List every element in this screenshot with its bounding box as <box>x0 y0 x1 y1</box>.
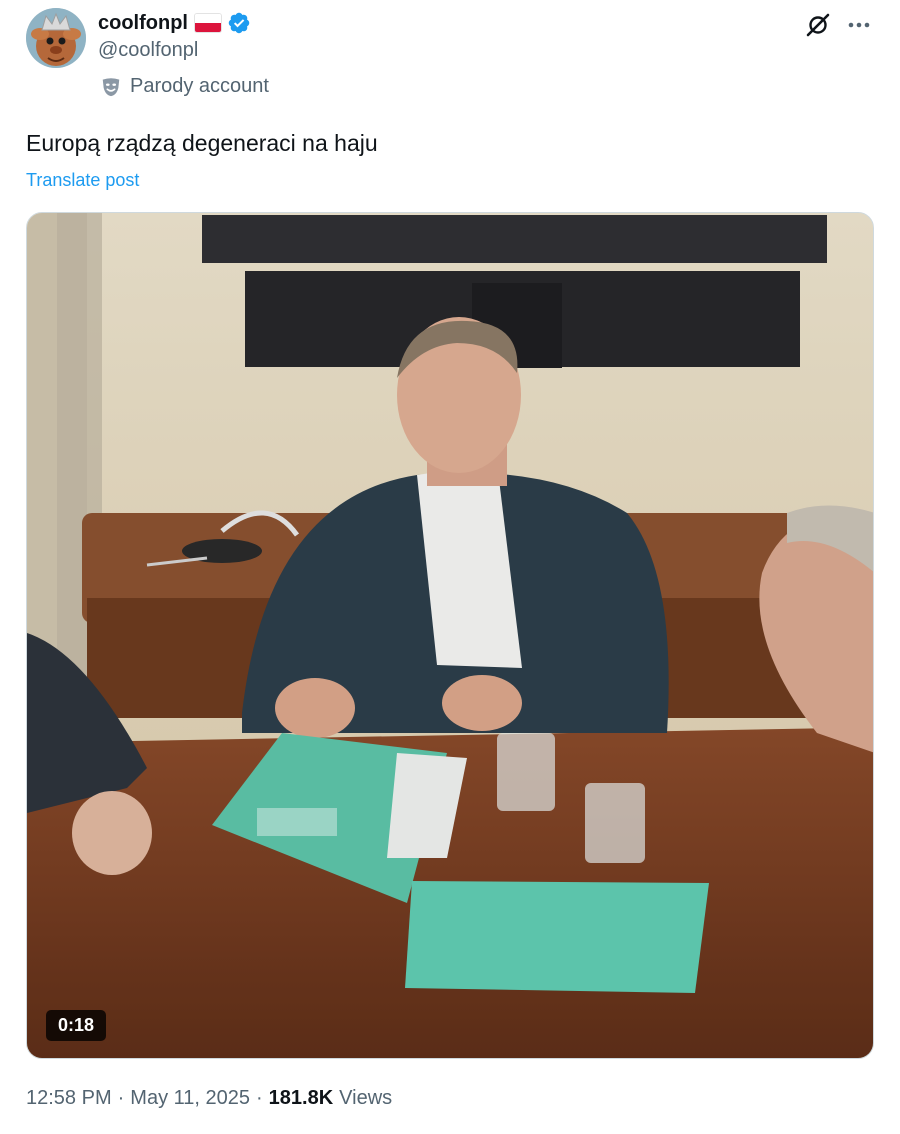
video-thumbnail <box>27 213 873 1058</box>
video-player[interactable]: 0:18 <box>26 212 874 1059</box>
name-row: coolfonpl <box>98 11 251 35</box>
meta-separator: · <box>256 1087 263 1109</box>
more-icon[interactable] <box>846 13 872 37</box>
flag-poland-icon <box>193 13 222 33</box>
translate-post-link[interactable]: Translate post <box>26 170 139 191</box>
avatar-image <box>26 8 86 68</box>
parody-label-text: Parody account <box>130 75 269 97</box>
video-duration: 0:18 <box>46 1010 107 1041</box>
avatar[interactable] <box>26 8 86 68</box>
handle[interactable]: @coolfonpl <box>98 39 198 62</box>
display-name[interactable]: coolfonpl <box>98 12 188 35</box>
views-label: Views <box>339 1087 393 1109</box>
views-count: 181.8K <box>268 1087 334 1109</box>
parody-label: Parody account <box>100 75 269 98</box>
post-meta: 12:58 PM · May 11, 2025 · 181.8K Views <box>26 1087 392 1110</box>
theater-mask-icon <box>102 77 120 96</box>
grok-icon[interactable] <box>805 12 831 38</box>
tweet: coolfonpl @coolfonpl Parody account Euro… <box>0 0 900 1134</box>
post-date[interactable]: May 11, 2025 <box>130 1087 250 1110</box>
post-time[interactable]: 12:58 PM <box>26 1087 112 1110</box>
post-text: Europą rządzą degeneraci na haju <box>26 130 378 156</box>
meta-separator: · <box>117 1087 125 1109</box>
verified-badge-icon <box>228 12 250 34</box>
